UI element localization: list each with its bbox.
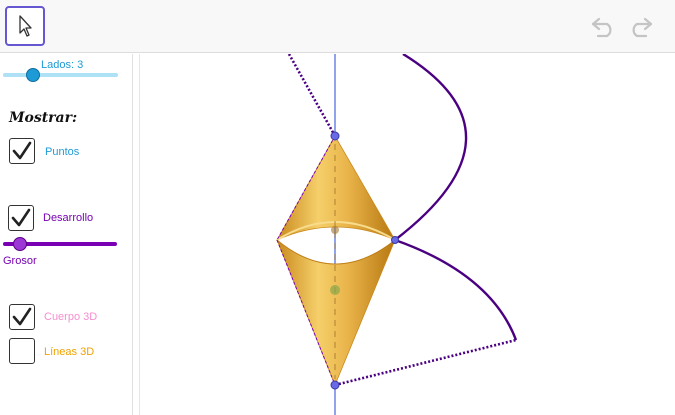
cursor-arrow-icon xyxy=(19,15,32,37)
move-tool-button[interactable] xyxy=(5,6,45,46)
cuerpo3d-checkbox[interactable] xyxy=(9,304,35,330)
desarrollo-checkbox[interactable] xyxy=(8,205,34,231)
lados-slider[interactable] xyxy=(3,73,118,77)
lower-cone xyxy=(276,239,396,387)
cuerpo3d-label: Cuerpo 3D xyxy=(44,311,98,323)
desarrollo-label: Desarrollo xyxy=(43,212,94,224)
lower-point xyxy=(330,285,340,295)
checkmark-icon xyxy=(11,208,31,227)
base-right-point[interactable] xyxy=(391,236,399,244)
checkmark-icon xyxy=(12,307,32,326)
lineas3d-checkbox[interactable] xyxy=(9,338,35,364)
net-arc-lower xyxy=(394,238,518,341)
lineas3d-label: Líneas 3D xyxy=(44,346,95,358)
puntos-checkbox[interactable] xyxy=(9,138,35,164)
puntos-label: Puntos xyxy=(45,146,80,158)
upper-cone xyxy=(276,135,396,241)
redo-icon[interactable] xyxy=(626,14,654,38)
apex-top-point[interactable] xyxy=(330,131,340,141)
net-arc-upper xyxy=(394,54,468,241)
undo-icon[interactable] xyxy=(590,14,618,38)
toolbar xyxy=(0,0,675,53)
graphics-view[interactable] xyxy=(141,54,675,415)
mostrar-heading: Mostrar: xyxy=(9,110,78,126)
center-point xyxy=(331,226,339,234)
net-dotted-upper xyxy=(287,54,337,137)
checkmark-icon xyxy=(12,141,32,160)
lados-label: Lados: 3 xyxy=(41,59,84,71)
panel-divider[interactable] xyxy=(139,54,140,415)
grosor-slider-knob[interactable] xyxy=(13,237,27,251)
algebra-panel: Lados: 3 Mostrar: Puntos Desarrollo Gros… xyxy=(0,54,133,415)
lados-slider-knob[interactable] xyxy=(26,68,40,82)
apex-bottom-point[interactable] xyxy=(330,380,340,390)
grosor-label: Grosor xyxy=(3,255,37,267)
net-dotted-lower xyxy=(334,338,517,387)
